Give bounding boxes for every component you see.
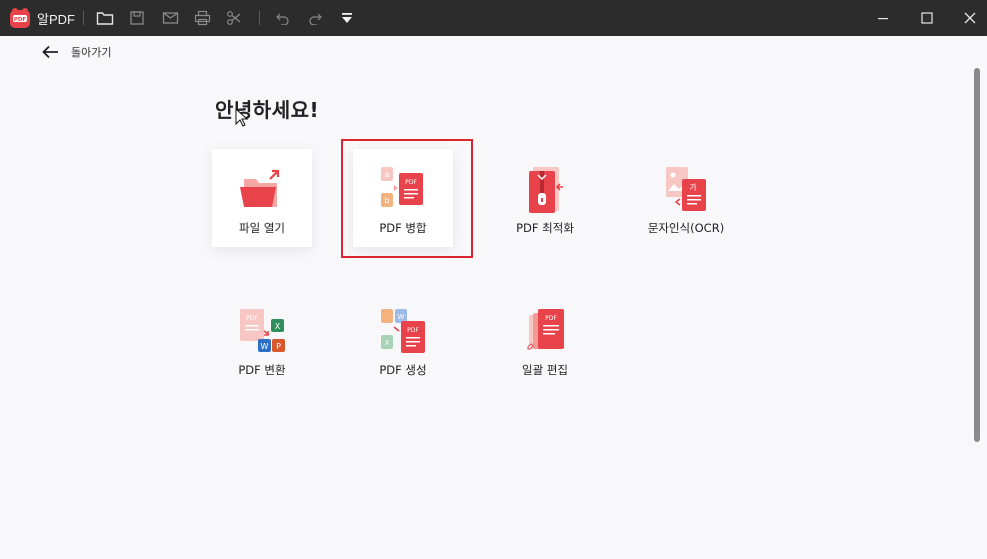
pdf-convert-tile[interactable]: PDF X W P PDF 변환 — [212, 291, 312, 389]
svg-text:PDF: PDF — [14, 17, 27, 23]
toolbar-divider — [259, 11, 260, 25]
minimize-icon[interactable] — [865, 4, 901, 32]
folder-open-icon[interactable] — [95, 8, 115, 28]
ocr-tile[interactable]: 가 문자인식(OCR) — [636, 149, 736, 247]
pdf-create-icon: W X PDF — [381, 309, 425, 353]
mouse-cursor-icon — [235, 108, 248, 127]
svg-text:W: W — [261, 342, 269, 351]
arrow-left-icon — [42, 45, 58, 59]
open-file-tile[interactable]: 파일 열기 — [212, 149, 312, 247]
tile-label: 문자인식(OCR) — [647, 221, 725, 235]
svg-text:PDF: PDF — [545, 315, 557, 322]
batch-edit-tile[interactable]: PDF 일괄 편집 — [495, 291, 595, 389]
tile-label: 파일 열기 — [239, 221, 285, 235]
app-title: 알PDF — [37, 12, 75, 27]
mail-icon[interactable] — [160, 8, 180, 28]
pdf-convert-icon: PDF X W P — [240, 309, 285, 352]
dropdown-menu-icon[interactable] — [337, 8, 357, 28]
svg-text:PDF: PDF — [407, 327, 419, 334]
undo-icon[interactable] — [273, 8, 293, 28]
redo-icon[interactable] — [305, 8, 325, 28]
back-button[interactable]: 돌아가기 — [42, 44, 111, 60]
home-panel: 돌아가기 안녕하세요! 파일 열기 a b PDF PDF 병합 PDF 최적화… — [5, 36, 982, 553]
save-icon[interactable] — [127, 8, 147, 28]
print-icon[interactable] — [192, 8, 212, 28]
scissors-icon[interactable] — [224, 8, 244, 28]
pdf-optimize-tile[interactable]: PDF 최적화 — [495, 149, 595, 247]
tile-label: PDF 변환 — [238, 363, 286, 377]
tile-label: 일괄 편집 — [522, 363, 568, 377]
close-icon[interactable] — [952, 4, 987, 32]
svg-text:PDF: PDF — [246, 315, 258, 322]
app-logo-icon: PDF — [10, 8, 30, 28]
tile-label: PDF 최적화 — [516, 221, 574, 235]
svg-text:P: P — [276, 342, 281, 351]
selection-highlight — [341, 139, 473, 258]
svg-text:W: W — [398, 313, 405, 321]
open-folder-icon — [240, 169, 280, 207]
pdf-create-tile[interactable]: W X PDF PDF 생성 — [353, 291, 453, 389]
title-bar: PDF 알PDF — [0, 0, 987, 36]
app-window: PDF 알PDF 돌아가기 안녕하세요! 파일 열기 a b PDF PDF 병… — [0, 0, 987, 559]
maximize-icon[interactable] — [909, 4, 945, 32]
batch-edit-icon: PDF — [527, 309, 564, 350]
toolbar-divider — [83, 11, 84, 25]
ocr-icon: 가 — [666, 167, 706, 211]
svg-text:가: 가 — [689, 183, 697, 192]
svg-text:X: X — [275, 322, 281, 331]
tile-label: PDF 생성 — [379, 363, 427, 377]
vertical-scrollbar[interactable] — [974, 68, 980, 442]
svg-text:X: X — [385, 339, 390, 347]
greeting-heading: 안녕하세요! — [215, 98, 320, 122]
back-label: 돌아가기 — [71, 46, 112, 59]
pdf-optimize-icon — [529, 167, 563, 213]
